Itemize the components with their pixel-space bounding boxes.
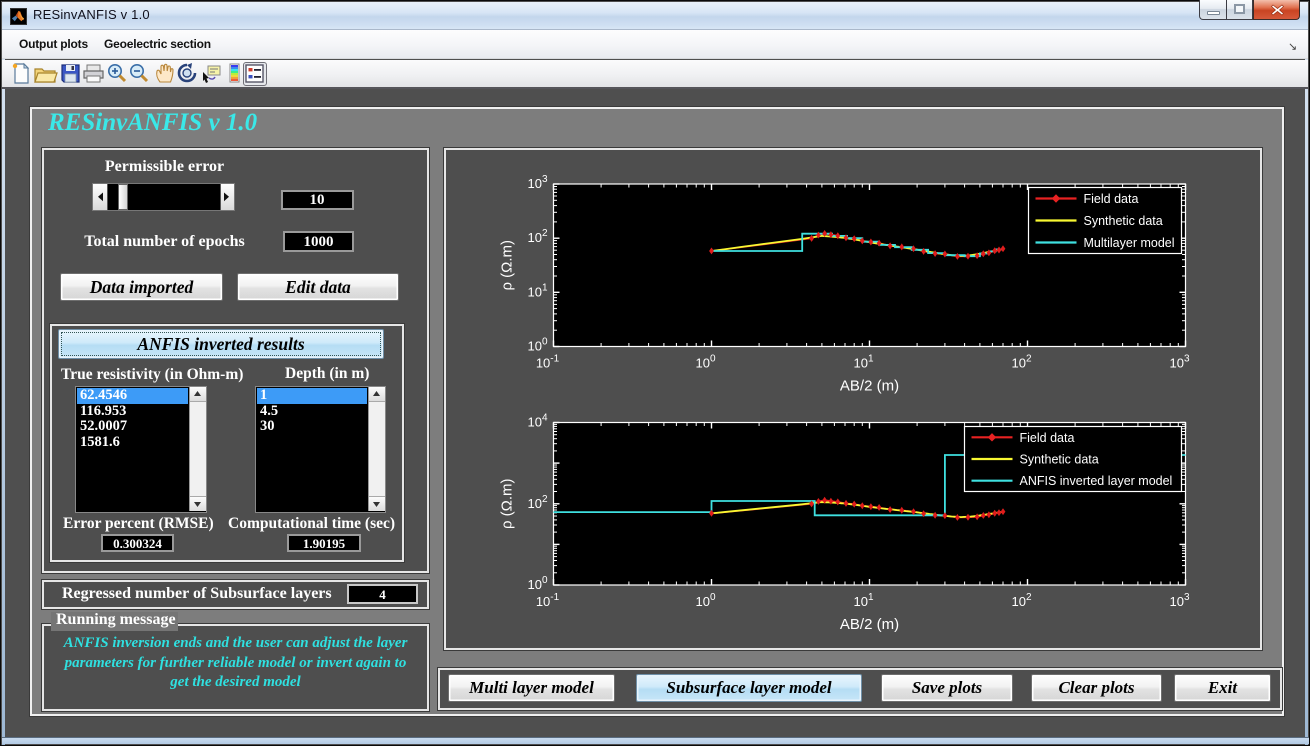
svg-text:100: 100	[695, 592, 715, 609]
svg-text:100: 100	[527, 336, 547, 353]
svg-text:103: 103	[1169, 592, 1189, 609]
svg-text:AB/2 (m): AB/2 (m)	[839, 616, 898, 633]
svg-text:100: 100	[527, 575, 547, 592]
svg-text:10-1: 10-1	[535, 353, 559, 370]
svg-text:ρ (Ω.m): ρ (Ω.m)	[498, 478, 515, 529]
svg-text:Field data: Field data	[1083, 192, 1138, 206]
svg-text:Multilayer model: Multilayer model	[1083, 236, 1174, 250]
svg-text:102: 102	[527, 493, 547, 510]
svg-text:ANFIS inverted layer model: ANFIS inverted layer model	[1019, 474, 1172, 488]
svg-text:Field data: Field data	[1019, 430, 1074, 444]
svg-text:102: 102	[1011, 592, 1031, 609]
svg-text:101: 101	[527, 282, 547, 299]
svg-text:102: 102	[527, 228, 547, 245]
svg-text:Synthetic data: Synthetic data	[1083, 214, 1162, 228]
svg-text:100: 100	[695, 353, 715, 370]
svg-text:10-1: 10-1	[535, 592, 559, 609]
svg-text:AB/2 (m): AB/2 (m)	[839, 377, 898, 394]
svg-text:ρ (Ω.m): ρ (Ω.m)	[498, 239, 515, 290]
svg-text:101: 101	[853, 592, 873, 609]
svg-text:104: 104	[527, 412, 547, 429]
svg-text:101: 101	[853, 353, 873, 370]
svg-text:102: 102	[1011, 353, 1031, 370]
svg-text:103: 103	[1169, 353, 1189, 370]
svg-text:Synthetic data: Synthetic data	[1019, 452, 1098, 466]
svg-text:103: 103	[527, 174, 547, 191]
